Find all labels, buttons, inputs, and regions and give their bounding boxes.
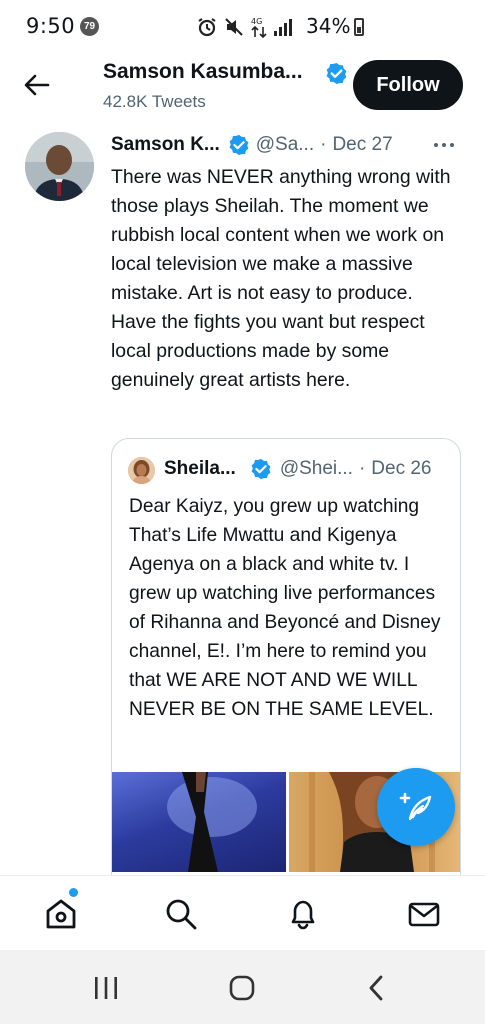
notifications-icon — [291, 900, 315, 930]
separator-dot: · — [320, 134, 327, 155]
compose-feather-icon — [399, 792, 432, 821]
battery-icon — [354, 18, 364, 36]
more-options-icon[interactable] — [434, 138, 458, 152]
status-bar: 9:50 79 4G 34% — [0, 0, 485, 48]
bottom-nav — [0, 875, 485, 950]
home-icon — [46, 899, 76, 929]
author-handle[interactable]: @Sa... — [256, 134, 314, 156]
home-circle-icon — [229, 975, 255, 1001]
quoted-avatar — [128, 457, 155, 484]
back-arrow-icon — [24, 74, 50, 96]
profile-name-title: Samson Kasumba... — [103, 60, 303, 83]
verified-badge-icon — [325, 62, 348, 90]
tweet-count: 42.8K Tweets — [103, 92, 206, 111]
follow-button[interactable]: Follow — [353, 60, 463, 110]
avatar[interactable] — [25, 132, 94, 201]
verified-badge-icon — [228, 134, 250, 156]
tweet-date[interactable]: Dec 27 — [332, 134, 392, 156]
recents-button[interactable] — [86, 972, 126, 1004]
messages-icon — [408, 902, 440, 927]
notification-count-badge: 79 — [80, 17, 99, 36]
quoted-tweet-header: Sheila... @Shei... · Dec 26 — [164, 458, 432, 480]
profile-header: Samson Kasumba... 42.8K Tweets Follow — [0, 48, 485, 120]
data-transfer-icon: 4G — [251, 15, 267, 44]
compose-tweet-button[interactable] — [377, 768, 455, 846]
quoted-tweet-date: Dec 26 — [371, 458, 432, 479]
mute-icon — [224, 17, 244, 42]
svg-text:4G: 4G — [251, 17, 262, 26]
new-content-dot — [69, 888, 78, 897]
tweet-text: There was NEVER anything wrong with thos… — [111, 166, 451, 391]
status-time: 9:50 — [26, 14, 76, 38]
nav-notifications[interactable] — [283, 894, 323, 934]
home-system-button[interactable] — [222, 972, 262, 1004]
tweet-header: Samson K... @Sa... · Dec 27 — [111, 134, 393, 156]
back-chevron-icon — [369, 975, 383, 1001]
media-image-performer[interactable] — [112, 772, 286, 872]
nav-search[interactable] — [161, 894, 201, 934]
quoted-tweet-text: Dear Kaiyz, you grew up watching That’s … — [129, 496, 441, 720]
separator-dot: · — [358, 458, 366, 479]
verified-badge-icon — [250, 458, 272, 480]
signal-icon — [273, 17, 297, 42]
alarm-icon — [197, 17, 217, 42]
nav-messages[interactable] — [404, 894, 444, 934]
recents-icon — [95, 977, 117, 999]
search-icon — [166, 899, 197, 930]
author-name[interactable]: Samson K... — [111, 134, 220, 156]
back-button[interactable] — [22, 70, 52, 100]
nav-home[interactable] — [41, 894, 81, 934]
back-system-button[interactable] — [357, 972, 397, 1004]
quoted-author-handle: @Shei... — [279, 458, 353, 479]
quoted-author-name: Sheila... — [164, 458, 236, 479]
system-nav-bar — [0, 950, 485, 1024]
battery-percent: 34% — [306, 14, 351, 38]
